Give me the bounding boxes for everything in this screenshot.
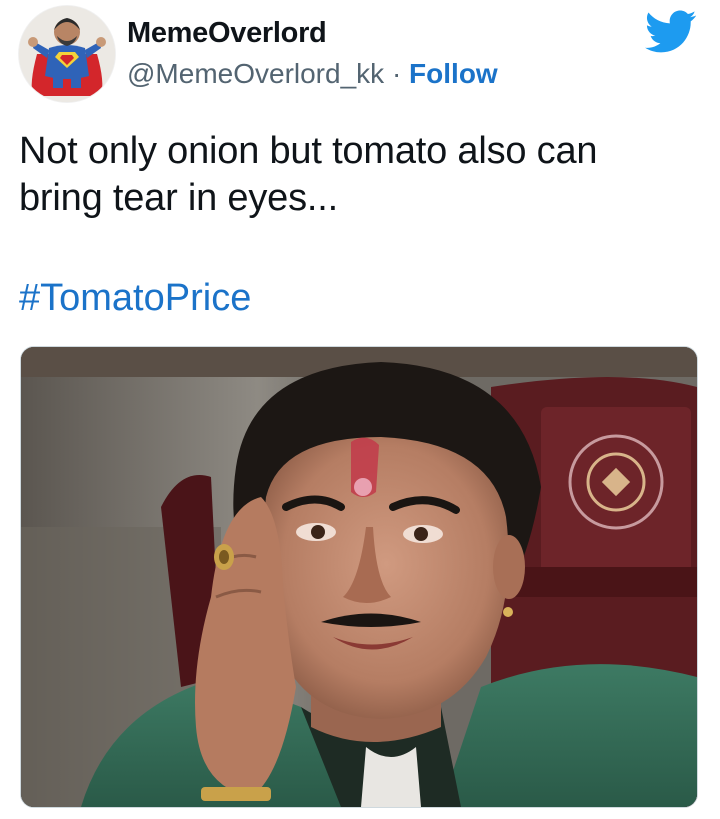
follow-button[interactable]: Follow (409, 58, 498, 89)
author-name[interactable]: MemeOverlord (127, 17, 327, 50)
photo-illustration (21, 347, 697, 807)
author-handle[interactable]: @MemeOverlord_kk (127, 58, 384, 89)
tweet-text: Not only onion but tomato also can bring… (19, 128, 699, 222)
avatar-image (19, 6, 115, 102)
separator-dot: · (391, 58, 410, 89)
tweet-photo[interactable] (20, 346, 698, 808)
hashtag-link[interactable]: #TomatoPrice (19, 275, 251, 322)
tweet-text-line-1: Not only onion but tomato also can (19, 130, 598, 172)
twitter-bird-svg (645, 10, 697, 53)
author-avatar[interactable] (19, 6, 115, 102)
twitter-bird-icon[interactable] (645, 10, 697, 54)
tweet-text-line-2: bring tear in eyes... (19, 177, 338, 219)
author-handle-row: @MemeOverlord_kk · Follow (127, 58, 498, 90)
